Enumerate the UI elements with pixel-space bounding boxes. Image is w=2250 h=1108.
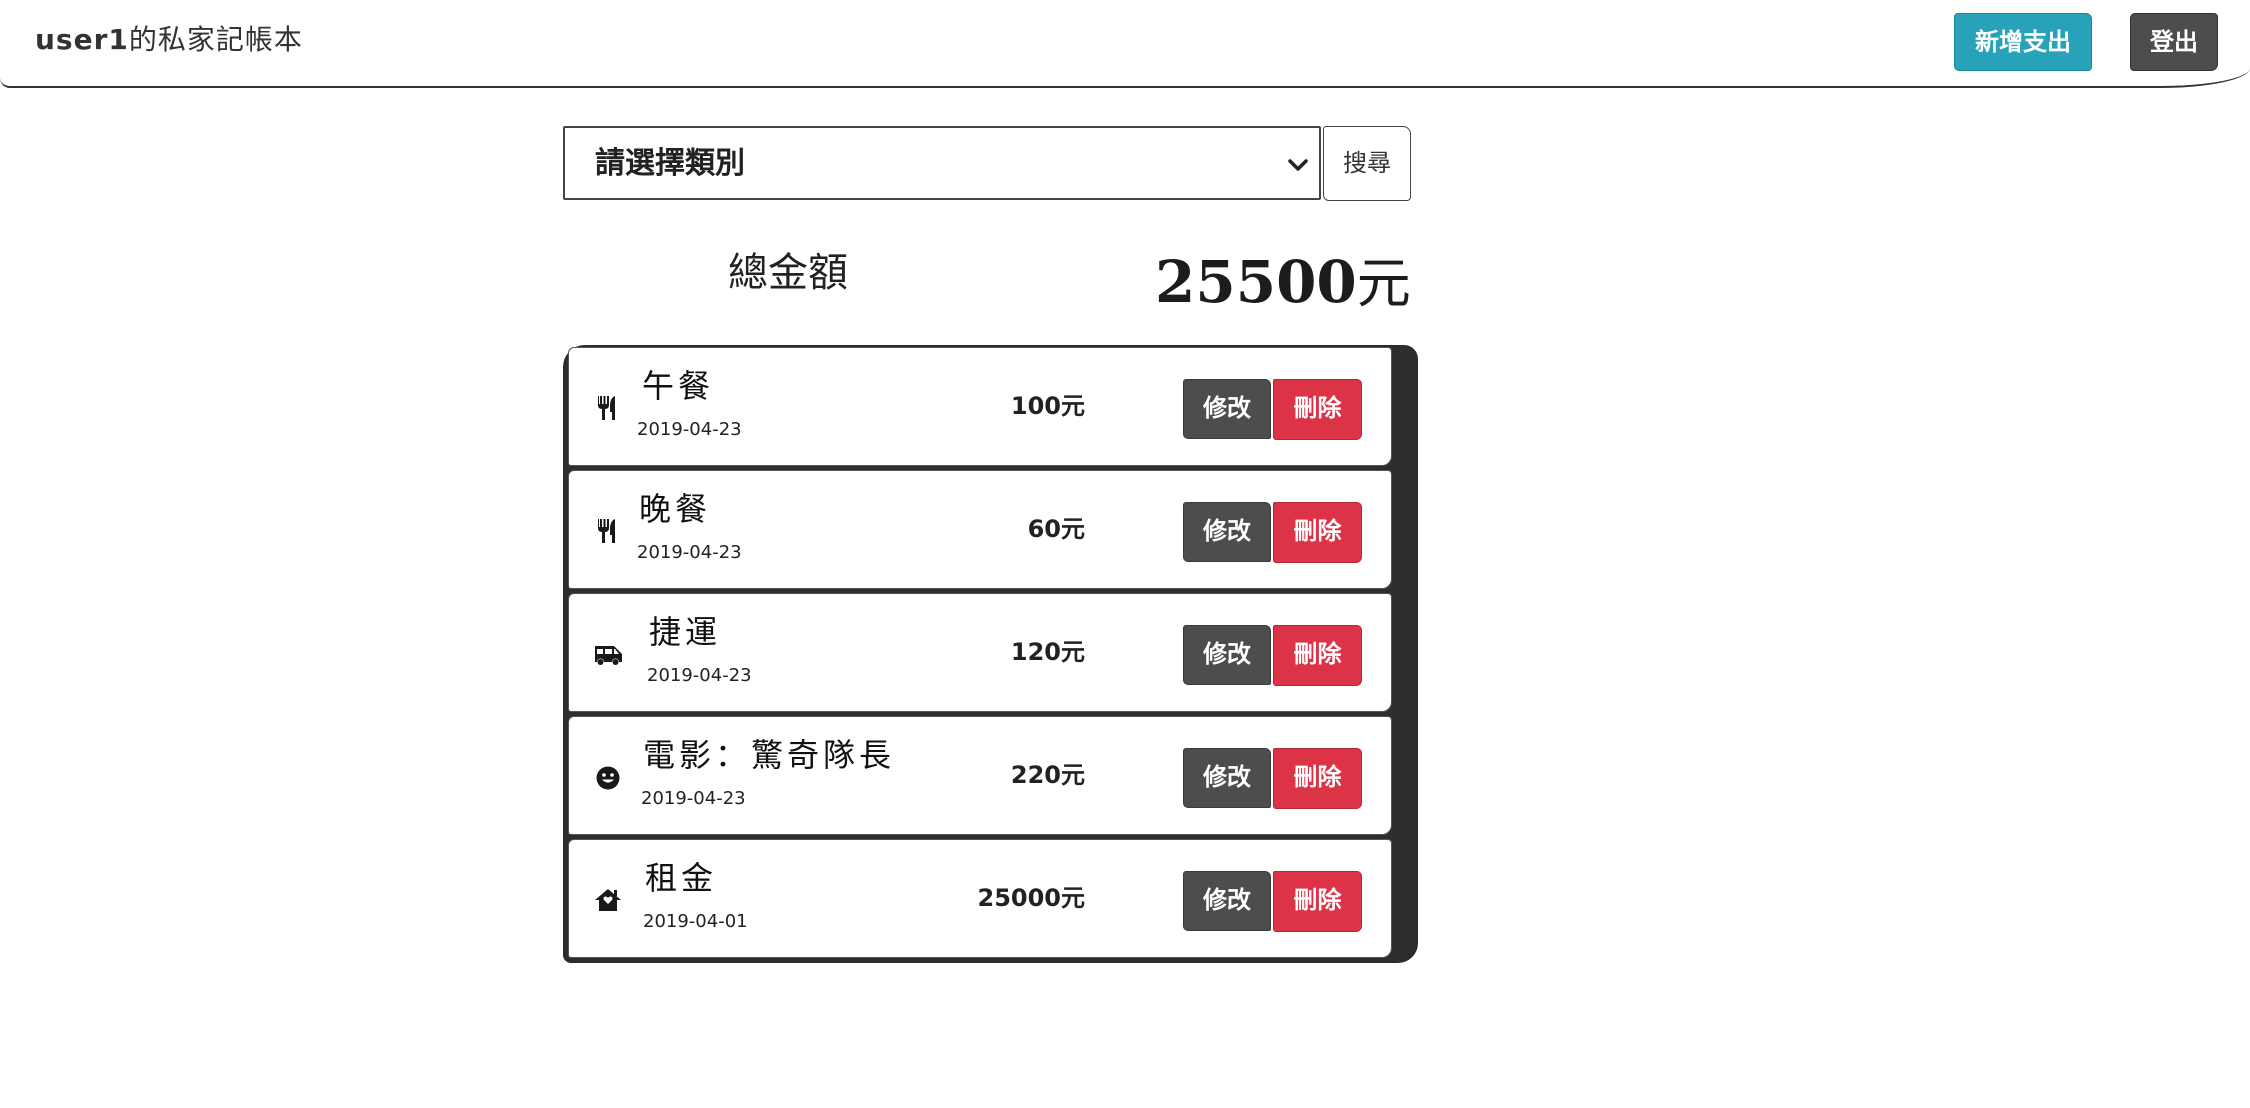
delete-button[interactable]: 刪除: [1273, 379, 1362, 440]
expense-amount: 120元: [1010, 638, 1085, 666]
app-title-suffix: 的私家記帳本: [128, 23, 303, 56]
logout-button[interactable]: 登出: [2130, 13, 2218, 71]
expense-amount: 60元: [1027, 515, 1085, 543]
edit-button[interactable]: 修改: [1183, 871, 1271, 931]
delete-button[interactable]: 刪除: [1273, 502, 1362, 563]
expense-date: 2019-04-23: [637, 542, 742, 563]
expense-date: 2019-04-23: [637, 419, 742, 440]
expense-name: 電影：驚奇隊長: [643, 736, 896, 774]
edit-button[interactable]: 修改: [1183, 379, 1271, 439]
expense-row: 租金 2019-04-01 25000元 修改 刪除: [568, 839, 1392, 958]
expense-date: 2019-04-01: [643, 911, 748, 932]
utensils-icon: [598, 396, 615, 420]
edit-button[interactable]: 修改: [1183, 502, 1271, 562]
add-expense-button[interactable]: 新增支出: [1954, 13, 2092, 71]
delete-button[interactable]: 刪除: [1273, 625, 1362, 686]
expense-amount: 100元: [1010, 392, 1085, 420]
username: user1: [35, 23, 129, 56]
edit-button[interactable]: 修改: [1183, 625, 1271, 685]
total-amount-value: 25500元: [1155, 247, 1411, 319]
expense-row: 晚餐 2019-04-23 60元 修改 刪除: [568, 470, 1392, 589]
category-select-value: 請選擇類別: [595, 146, 745, 181]
utensils-icon: [598, 519, 615, 543]
expense-name: 晚餐: [639, 490, 712, 528]
home-icon: [595, 889, 621, 911]
delete-button[interactable]: 刪除: [1273, 871, 1362, 932]
expense-row: 午餐 2019-04-23 100元 修改 刪除: [568, 347, 1392, 466]
total-amount-unit: 元: [1356, 252, 1411, 315]
expense-name: 租金: [645, 859, 718, 897]
smile-icon: [596, 766, 620, 790]
expense-date: 2019-04-23: [641, 788, 746, 809]
app-title: user1的私家記帳本: [35, 22, 303, 58]
shuttle-van-icon: [595, 646, 622, 665]
category-select[interactable]: 請選擇類別: [563, 126, 1321, 200]
expense-row: 捷運 2019-04-23 120元 修改 刪除: [568, 593, 1392, 712]
total-amount-label: 總金額: [728, 250, 848, 296]
chevron-down-icon: [1288, 159, 1308, 171]
delete-button[interactable]: 刪除: [1273, 748, 1362, 809]
search-button[interactable]: 搜尋: [1323, 126, 1411, 201]
edit-button[interactable]: 修改: [1183, 748, 1271, 808]
expense-name: 午餐: [642, 367, 715, 405]
total-amount-number: 25500: [1155, 248, 1357, 316]
expense-name: 捷運: [649, 613, 722, 651]
expense-amount: 25000元: [977, 884, 1086, 912]
expense-amount: 220元: [1010, 761, 1085, 789]
expense-row: 電影：驚奇隊長 2019-04-23 220元 修改 刪除: [568, 716, 1392, 835]
top-navbar: user1的私家記帳本 新增支出 登出: [0, 0, 2250, 88]
expense-date: 2019-04-23: [647, 665, 752, 686]
